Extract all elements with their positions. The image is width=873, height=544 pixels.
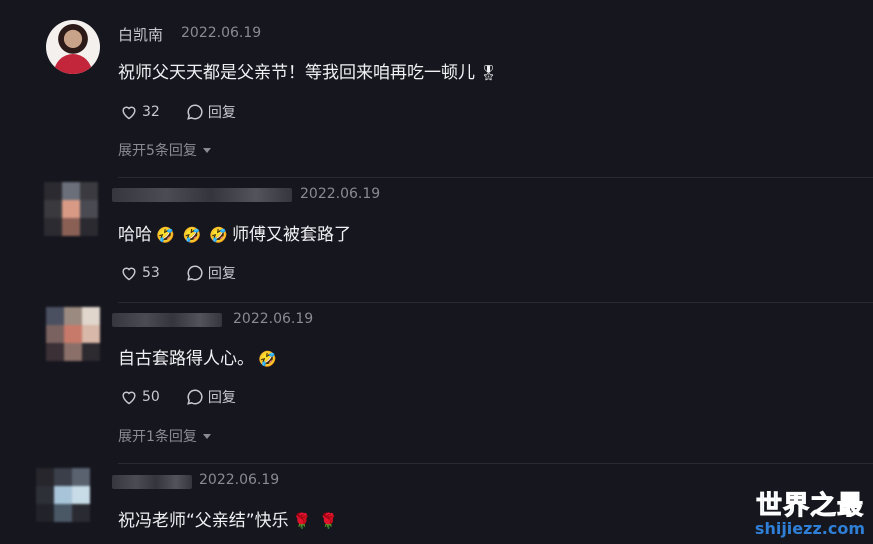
- rose-emoji: 🌹: [292, 512, 312, 530]
- comment-text-body: 祝冯老师“父亲结”快乐: [118, 511, 289, 531]
- expand-label: 展开1条回复: [118, 429, 197, 445]
- comment-date: 2022.06.19: [181, 25, 262, 41]
- reply-label: 回复: [207, 105, 236, 121]
- medal-emoji: 🎖: [479, 64, 499, 82]
- like-button[interactable]: 32: [120, 104, 160, 120]
- username-redacted[interactable]: [112, 475, 192, 489]
- reply-label: 回复: [207, 266, 236, 282]
- comment-text-body: 祝师父天天都是父亲节！等我回来咱再吃一顿儿: [118, 63, 475, 83]
- caret-down-icon: [202, 433, 211, 439]
- comment-date: 2022.06.19: [199, 472, 280, 488]
- avatar[interactable]: [36, 468, 90, 528]
- username-redacted[interactable]: [112, 188, 292, 202]
- reply-button[interactable]: 回复: [186, 102, 236, 122]
- comment-bubble-icon: [187, 104, 203, 120]
- watermark-title: 世界之最: [755, 491, 864, 521]
- like-count: 50: [142, 389, 160, 405]
- like-count: 53: [142, 265, 160, 281]
- laughing-emoji: 🤣: [209, 226, 229, 244]
- divider: [118, 302, 873, 303]
- reply-label: 回复: [207, 390, 236, 406]
- comment-text-body: 自古套路得人心。: [118, 349, 254, 369]
- watermark-url: shijiezz.com: [754, 519, 865, 538]
- divider: [118, 177, 873, 178]
- expand-replies-button[interactable]: 展开1条回复: [118, 426, 211, 446]
- laughing-emoji: 🤣: [258, 350, 277, 368]
- heart-icon: [122, 391, 136, 405]
- comment-actions: 32 回复: [120, 102, 262, 122]
- laughing-emoji: 🤣: [182, 226, 202, 244]
- comment-text-prefix: 哈哈: [118, 225, 152, 245]
- avatar[interactable]: [44, 182, 98, 242]
- like-count: 32: [142, 104, 160, 120]
- laughing-emoji: 🤣: [156, 226, 175, 244]
- rose-emoji: 🌹: [319, 512, 338, 530]
- comment-actions: 53 回复: [120, 263, 262, 283]
- comment-date: 2022.06.19: [233, 311, 314, 327]
- comment-bubble-icon: [187, 389, 203, 405]
- comment-text: 祝师父天天都是父亲节！等我回来咱再吃一顿儿 🎖: [118, 58, 502, 83]
- comment-text: 哈哈 🤣 🤣 🤣 师傅又被套路了: [118, 220, 351, 245]
- watermark: 世界之最 shijiezz.com: [755, 492, 865, 538]
- like-button[interactable]: 50: [120, 389, 160, 405]
- reply-button[interactable]: 回复: [186, 263, 236, 283]
- heart-icon: [122, 267, 136, 281]
- reply-button[interactable]: 回复: [186, 387, 236, 407]
- username-redacted[interactable]: [112, 313, 222, 327]
- expand-replies-button[interactable]: 展开5条回复: [118, 140, 211, 160]
- comment-bubble-icon: [187, 265, 203, 281]
- comment-text: 自古套路得人心。 🤣: [118, 344, 281, 369]
- comment-date: 2022.06.19: [300, 186, 381, 202]
- comment-actions: 50 回复: [120, 387, 262, 407]
- divider: [118, 463, 873, 464]
- like-button[interactable]: 53: [120, 265, 160, 281]
- caret-down-icon: [202, 147, 211, 153]
- comment-text: 祝冯老师“父亲结”快乐 🌹 🌹: [118, 506, 342, 531]
- comment-text-body: 师傅又被套路了: [232, 225, 352, 245]
- avatar[interactable]: [46, 307, 100, 367]
- avatar[interactable]: [46, 20, 100, 74]
- heart-icon: [122, 106, 136, 120]
- comment-username[interactable]: 白凯南: [118, 24, 163, 45]
- expand-label: 展开5条回复: [118, 143, 197, 159]
